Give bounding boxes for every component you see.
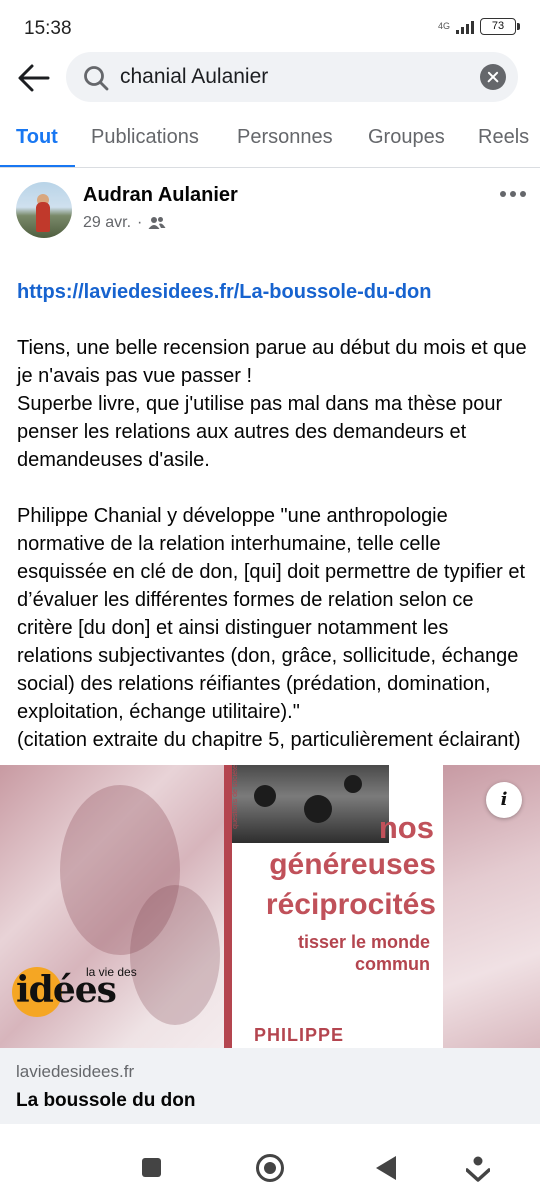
book-subtitle-line-1: tisser le monde bbox=[297, 932, 430, 952]
book-author: PHILIPPE bbox=[254, 1025, 345, 1045]
book-cover: questions de société nos généreuses réci… bbox=[224, 765, 443, 1048]
search-filter-tabs: Tout Publications Personnes Groupes Reel… bbox=[0, 114, 540, 168]
home-icon[interactable] bbox=[256, 1154, 284, 1182]
link-preview-image[interactable]: questions de société nos généreuses réci… bbox=[0, 765, 540, 1048]
post-body-text: Tiens, une belle recension parue au débu… bbox=[17, 337, 527, 751]
link-preview-caption[interactable]: laviedesidees.fr La boussole du don bbox=[0, 1048, 540, 1124]
book-title-line-2: généreuses bbox=[269, 848, 436, 881]
tab-personnes[interactable]: Personnes bbox=[237, 126, 333, 149]
tab-tout[interactable]: Tout bbox=[16, 126, 58, 149]
la-vie-des-idees-logo: idées la vie des bbox=[12, 963, 142, 1023]
book-spine bbox=[224, 765, 232, 1048]
status-time: 15:38 bbox=[24, 18, 72, 39]
search-icon bbox=[84, 66, 109, 91]
status-bar: 15:38 4G 73 bbox=[0, 0, 540, 56]
back-button[interactable] bbox=[14, 60, 54, 96]
avatar[interactable] bbox=[16, 182, 72, 238]
tab-reels[interactable]: Reels bbox=[478, 126, 529, 149]
signal-icon bbox=[456, 20, 474, 34]
book-title-line-3: réciprocités bbox=[265, 888, 436, 921]
tab-groupes[interactable]: Groupes bbox=[368, 126, 445, 149]
preview-title: La boussole du don bbox=[16, 1090, 196, 1111]
logo-small-text: la vie des bbox=[86, 965, 137, 979]
post-link[interactable]: https://laviedesidees.fr/La-boussole-du-… bbox=[17, 278, 527, 306]
post-text: https://laviedesidees.fr/La-boussole-du-… bbox=[17, 250, 527, 754]
back-triangle-icon[interactable] bbox=[376, 1156, 396, 1180]
meta-separator: · bbox=[137, 214, 143, 231]
clear-search-button[interactable] bbox=[480, 64, 506, 90]
book-series: questions de société bbox=[232, 765, 239, 829]
back-arrow-icon bbox=[18, 64, 50, 92]
system-navigation-bar bbox=[0, 1130, 540, 1200]
status-indicators: 4G 73 bbox=[438, 18, 520, 35]
network-type-label: 4G bbox=[438, 21, 451, 31]
battery-icon: 73 bbox=[480, 18, 520, 35]
assistant-icon[interactable] bbox=[466, 1154, 490, 1182]
book-subtitle-line-2: commun bbox=[354, 954, 430, 974]
recent-apps-icon[interactable] bbox=[142, 1158, 161, 1177]
book-title: généreuses réciprocités bbox=[232, 845, 436, 925]
preview-domain: laviedesidees.fr bbox=[16, 1062, 135, 1081]
search-header bbox=[0, 52, 540, 104]
post-meta: 29 avr. · bbox=[83, 214, 166, 232]
post-header: Audran Aulanier 29 avr. · bbox=[0, 178, 540, 242]
more-options-button[interactable] bbox=[500, 184, 526, 204]
friends-icon bbox=[148, 217, 166, 229]
search-bar[interactable] bbox=[66, 52, 518, 102]
tab-publications[interactable]: Publications bbox=[91, 126, 199, 149]
book-title-line-1: nos bbox=[378, 810, 434, 845]
post-author[interactable]: Audran Aulanier bbox=[83, 184, 238, 207]
post-date[interactable]: 29 avr. bbox=[83, 214, 131, 232]
info-icon[interactable]: i bbox=[486, 782, 522, 818]
active-tab-indicator bbox=[0, 165, 75, 167]
search-input[interactable] bbox=[120, 61, 450, 93]
book-subtitle: tisser le monde commun bbox=[232, 931, 430, 975]
